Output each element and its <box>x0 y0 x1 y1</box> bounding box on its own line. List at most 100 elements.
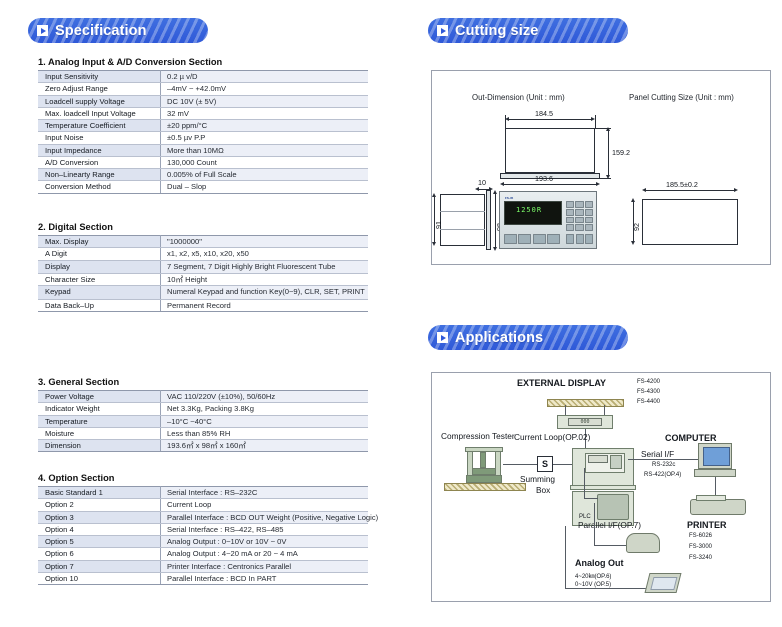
indicator-plc-wire <box>584 468 585 498</box>
dim-line-91 <box>434 196 435 244</box>
row-value: ±20 ppm/°C <box>160 118 368 133</box>
table-row: Input Sensitivity 0.2 µ v/D <box>38 69 368 84</box>
side-flange <box>486 190 491 250</box>
dim-line-1845 <box>507 119 593 120</box>
external-display-readout: 000 <box>568 418 602 426</box>
dim-cut-width: 185.5±0.2 <box>666 180 698 189</box>
row-key: Input Impedance <box>38 143 161 157</box>
row-value: 130,000 Count <box>160 155 368 170</box>
table-row: Basic Standard 1 Serial Interface : RS–2… <box>38 485 368 500</box>
panel-brand: FS-45 <box>505 196 514 200</box>
dim-line-1855 <box>644 190 736 191</box>
row-value: Dual – Slop <box>160 180 368 194</box>
dim-height-right: 159.2 <box>612 148 630 157</box>
printer-title: PRINTER <box>687 520 727 530</box>
computer-spec-2: RS-422(OP.4) <box>644 472 682 478</box>
analog-device <box>644 573 682 593</box>
parallel-if-label: Parallel I/F(OP.7) <box>578 520 642 530</box>
section-header-cutting-size: Cutting size <box>428 18 628 43</box>
row-key: Conversion Method <box>38 180 161 194</box>
table-row: Power Voltage VAC 110/220V (±10%), 50/60… <box>38 389 368 404</box>
tester-platen <box>472 468 496 475</box>
external-display-title: EXTERNAL DISPLAY <box>517 378 607 388</box>
tester-ram <box>480 452 486 468</box>
table-row: Option 4 Serial Interface : RS–422, RS–4… <box>38 522 368 537</box>
section-title-cutting-size: Cutting size <box>455 22 539 39</box>
spec-sheet-page: Specification 1. Analog Input & A/D Conv… <box>0 0 782 627</box>
play-triangle-icon <box>37 25 48 36</box>
serial-wire <box>628 459 698 460</box>
ext-line <box>505 115 506 129</box>
arrow-left-icon <box>475 186 479 191</box>
panel-display-value: 1250R <box>516 206 543 214</box>
parallel-wire <box>594 503 595 545</box>
arrow-down-icon <box>431 242 436 246</box>
row-key: Dimension <box>38 438 161 453</box>
row-key: Display <box>38 259 161 274</box>
dim-side-height: 91 <box>434 221 443 229</box>
dim-line-98 <box>495 193 496 249</box>
analog-out-wire <box>565 526 566 588</box>
table-row: Non–Linearty Range 0.005% of Full Scale <box>38 167 368 182</box>
dim-line-1936 <box>502 184 598 185</box>
row-value: 7 Segment, 7 Digit Highly Bright Fluores… <box>160 259 368 274</box>
panel-cut-rect <box>642 199 738 245</box>
dim-width-top: 184.5 <box>535 109 553 118</box>
dim-line-1592 <box>608 130 609 177</box>
ext-line <box>595 128 611 129</box>
monitor-screen <box>703 447 730 466</box>
row-value: –4mV ~ +42.0mV <box>160 82 368 96</box>
row-key: Option 7 <box>38 559 161 573</box>
section-header-applications: Applications <box>428 325 628 350</box>
row-value: Parallel Interface : BCD OUT Weight (Pos… <box>160 510 378 524</box>
computer-base <box>694 469 736 477</box>
printer-model-2: FS-3000 <box>689 544 713 550</box>
analog-out-spec-1: 4~20㎞(OP.6) <box>575 574 612 580</box>
row-value: Numeral Keypad and function Key(0~9), CL… <box>160 285 368 300</box>
display-hanger-wire <box>604 405 605 415</box>
computer-spec-1: RS-232c <box>652 462 676 468</box>
table-row: Max. loadcell Input Voltage 32 mV <box>38 106 368 121</box>
table-row: Temperature Coefficient ±20 ppm/°C <box>38 118 368 133</box>
floor-hatch <box>444 483 526 491</box>
summing-box-label-1: Summing <box>520 474 556 484</box>
cutting-size-figure: Out-Dimension (Unit : mm) Panel Cutting … <box>431 70 771 265</box>
section-header-specification: Specification <box>28 18 208 43</box>
row-value: 32 mV <box>160 106 368 121</box>
table-row: Max. Display "1000000" <box>38 234 368 249</box>
row-key: A Digit <box>38 247 161 261</box>
analog-out-title: Analog Out <box>575 558 624 568</box>
table-row: Loadcell supply Voltage DC 10V (± 5V) <box>38 94 368 108</box>
table-row: Character Size 10㎡ Height <box>38 272 368 287</box>
row-key: Option 5 <box>38 534 161 549</box>
row-key: Data Back–Up <box>38 298 161 312</box>
arrow-right-icon <box>596 181 600 186</box>
row-key: Zero Adjust Range <box>38 82 161 96</box>
table-row: Option 2 Current Loop <box>38 498 368 512</box>
ext-line <box>595 115 596 129</box>
table-row: A Digit x1, x2, x5, x10, x20, x50 <box>38 247 368 261</box>
spec-table-digital: Max. Display "1000000" A Digit x1, x2, x… <box>38 234 368 312</box>
table-row: Option 5 Analog Output : 0~10V or 10V ~ … <box>38 534 368 549</box>
parallel-printer-device <box>626 533 660 553</box>
row-key: Input Noise <box>38 131 161 145</box>
row-key: Temperature Coefficient <box>38 118 161 133</box>
indicator-readout <box>588 455 608 463</box>
arrow-down-icon <box>630 241 635 245</box>
spec-table-analog-input: Input Sensitivity 0.2 µ v/D Zero Adjust … <box>38 69 368 194</box>
external-display-model-3: FS-4400 <box>637 399 661 405</box>
arrow-left-icon <box>500 181 504 186</box>
dim-cut-height: 92 <box>632 223 641 231</box>
row-key: Max. loadcell Input Voltage <box>38 106 161 121</box>
spec-table-general: Power Voltage VAC 110/220V (±10%), 50/60… <box>38 389 368 453</box>
row-value: Serial Interface : RS–422, RS–485 <box>160 522 368 537</box>
row-key: Moisture <box>38 426 161 441</box>
table-row: Zero Adjust Range –4mV ~ +42.0mV <box>38 82 368 96</box>
row-value: Printer Interface : Centronics Parallel <box>160 559 368 573</box>
table-row: Option 3 Parallel Interface : BCD OUT We… <box>38 510 378 524</box>
table-row: Moisture Less than 85% RH <box>38 426 368 441</box>
arrow-right-icon <box>734 187 738 192</box>
computer-title: COMPUTER <box>665 433 717 443</box>
panel-cut-label: Panel Cutting Size (Unit : mm) <box>629 93 734 102</box>
row-key: Basic Standard 1 <box>38 485 161 500</box>
